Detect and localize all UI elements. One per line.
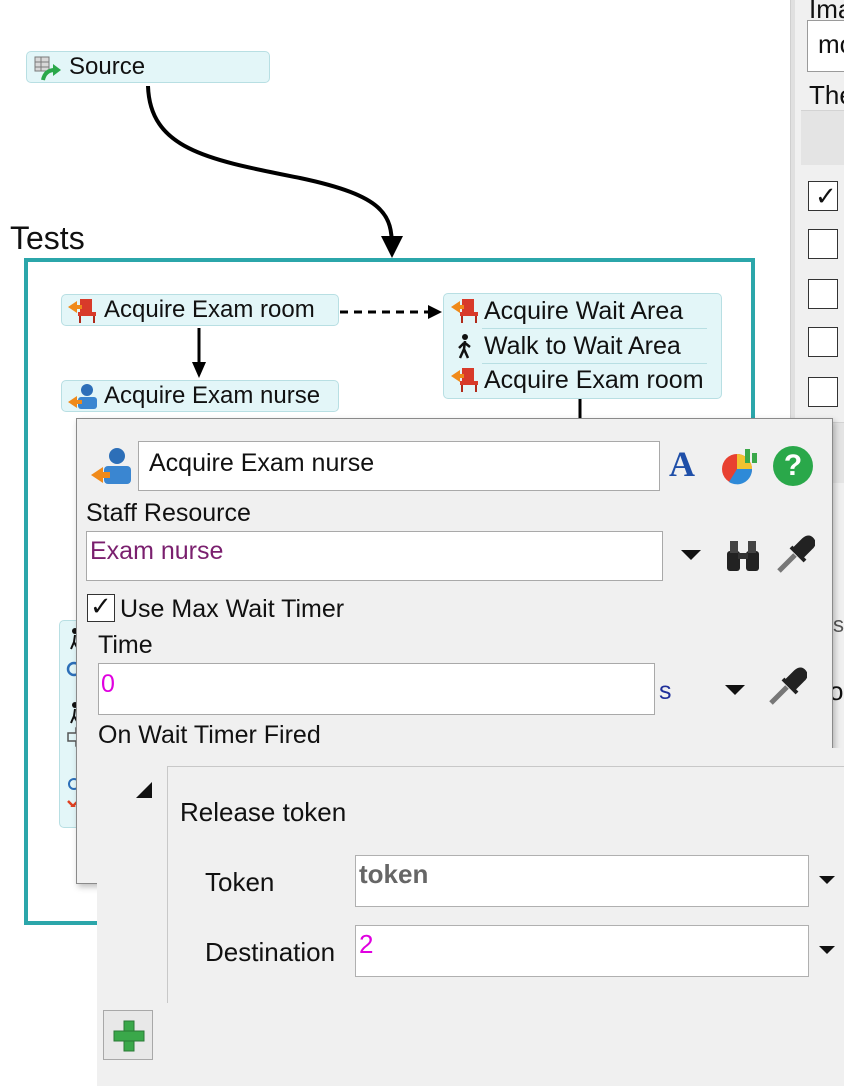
right-panel-checkbox-3[interactable] — [808, 279, 838, 309]
acquire-exam-room-node[interactable]: Acquire Exam room — [61, 294, 339, 326]
plus-icon — [113, 1020, 145, 1052]
resource-chair-icon — [451, 299, 478, 323]
time-field[interactable]: 0 — [98, 663, 655, 715]
right-panel-checkbox-1[interactable]: ✓ — [808, 181, 838, 211]
stats-icon[interactable] — [719, 445, 761, 487]
right-panel-text: The — [809, 80, 844, 110]
stack-row-acquire-wait-area[interactable]: Acquire Wait Area — [444, 294, 721, 328]
use-max-wait-checkbox[interactable]: ✓ — [87, 591, 115, 622]
stack-row-acquire-exam-room[interactable]: Acquire Exam room — [444, 363, 721, 397]
staff-resource-icon — [91, 448, 131, 484]
token-dropdown-arrow[interactable] — [819, 876, 835, 884]
use-max-wait-label: Use Max Wait Timer — [120, 595, 345, 623]
staff-resource-field[interactable]: Exam nurse — [86, 531, 663, 581]
eyedropper-icon[interactable] — [767, 667, 807, 707]
eyedropper-icon[interactable] — [775, 535, 815, 575]
destination-dropdown-arrow[interactable] — [819, 946, 835, 954]
resource-chair-icon — [68, 299, 96, 323]
right-panel-checkbox-2[interactable] — [808, 229, 838, 259]
staff-resource-dropdown-arrow[interactable] — [681, 550, 701, 560]
container-title: Tests — [10, 220, 85, 256]
source-connector-arrowhead — [381, 236, 403, 258]
checkmark-icon: ✓ — [815, 181, 837, 211]
acquire-exam-nurse-label: Acquire Exam nurse — [104, 382, 321, 409]
release-token-panel: Release token Token token Destination 2 — [97, 748, 844, 1086]
time-label: Time — [98, 631, 153, 659]
on-wait-timer-label: On Wait Timer Fired — [98, 721, 321, 749]
time-dropdown-arrow[interactable] — [725, 685, 745, 695]
token-label: Token — [205, 867, 275, 897]
help-icon[interactable]: ? — [773, 446, 813, 486]
stack-row-label: Acquire Exam room — [484, 366, 704, 394]
stack-row-label: Walk to Wait Area — [484, 332, 681, 360]
destination-field[interactable]: 2 — [355, 925, 809, 977]
staff-resource-icon — [68, 384, 97, 409]
checkmark-icon: ✓ — [90, 591, 112, 621]
source-label: Source — [69, 53, 146, 80]
right-panel-input[interactable]: mo — [807, 20, 844, 72]
token-field[interactable]: token — [355, 855, 809, 907]
right-panel-header-band — [801, 110, 844, 165]
right-panel-checkbox-4[interactable] — [808, 327, 838, 357]
walk-icon — [458, 334, 471, 359]
stack-row-label: Acquire Wait Area — [484, 297, 684, 325]
binoculars-icon[interactable] — [725, 537, 761, 573]
release-token-title: Release token — [180, 797, 347, 827]
wait-area-stack[interactable]: Acquire Wait Area Walk to Wait Area Acqu… — [443, 293, 722, 399]
destination-label: Destination — [205, 937, 336, 967]
staff-resource-label: Staff Resource — [86, 499, 251, 527]
acquire-exam-room-label: Acquire Exam room — [104, 296, 315, 323]
add-button[interactable] — [103, 1010, 153, 1060]
source-icon — [34, 56, 61, 81]
stack-row-walk-to-wait-area[interactable]: Walk to Wait Area — [444, 329, 721, 363]
release-token-inner: Release token Token token Destination 2 — [167, 766, 844, 1003]
acquire-exam-nurse-node[interactable]: Acquire Exam nurse — [61, 380, 339, 412]
time-units[interactable]: s — [659, 677, 672, 706]
collapse-triangle-icon[interactable] — [136, 782, 152, 798]
right-panel-partial-s: s — [833, 612, 844, 637]
resource-chair-icon — [451, 368, 478, 392]
right-panel-checkbox-5[interactable] — [808, 377, 838, 407]
source-connector — [146, 85, 394, 249]
font-icon[interactable]: A — [669, 443, 695, 485]
source-node[interactable]: Source — [26, 51, 270, 83]
activity-name-field[interactable]: Acquire Exam nurse — [138, 441, 660, 491]
